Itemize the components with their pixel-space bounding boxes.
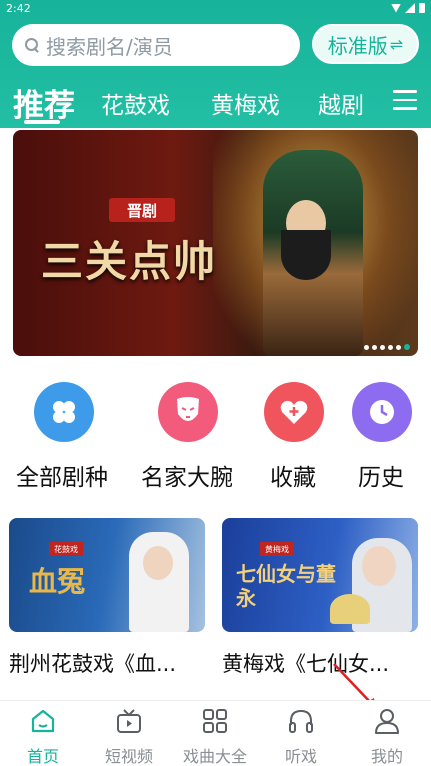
user-icon (375, 709, 399, 734)
tab-recommend[interactable]: 推荐 (13, 80, 75, 125)
quick-label: 名家大腕 (141, 465, 233, 491)
thumbnail-title: 七仙女与董永 (236, 562, 336, 610)
nav-home[interactable]: 首页 (0, 701, 86, 766)
nav-opera-collection[interactable]: 戏曲大全 (172, 701, 258, 766)
nav-label: 戏曲大全 (182, 747, 247, 766)
grid-icon (203, 709, 227, 733)
video-card[interactable]: 花鼓戏 血冤 荆州花鼓戏《血... (9, 518, 205, 676)
video-title: 荆州花鼓戏《血... (9, 652, 177, 676)
carousel-dot (380, 344, 385, 350)
banner-title: 三关点帅 (41, 237, 218, 286)
heart-icon (264, 382, 324, 442)
edition-label: 标准版 (327, 33, 388, 58)
nav-mine[interactable]: 我的 (344, 701, 430, 766)
signal-icon (405, 3, 415, 13)
status-bar: 2:42 (0, 0, 431, 18)
headphones-icon (289, 709, 313, 733)
carousel-dot (388, 344, 393, 350)
home-icon (31, 709, 55, 733)
quick-actions: 全部剧种 名家大腕 收藏 历史 (0, 382, 431, 492)
banner-genre-tag: 晋剧 (109, 198, 175, 222)
top-header: 2:42 搜索剧名/演员 标准版 ⇌ 推荐 花鼓戏 黄梅戏 越剧 (0, 0, 431, 128)
carousel-indicator (364, 344, 410, 350)
search-icon (24, 37, 40, 53)
tab-huaguxi[interactable]: 花鼓戏 (101, 86, 170, 120)
search-placeholder: 搜索剧名/演员 (46, 34, 173, 59)
tab-yueju[interactable]: 越剧 (318, 86, 364, 120)
edition-toggle-button[interactable]: 标准版 ⇌ (312, 24, 419, 64)
category-tabs: 推荐 花鼓戏 黄梅戏 越剧 (0, 78, 431, 124)
video-thumbnail: 花鼓戏 血冤 (9, 518, 205, 632)
bottom-nav: 首页 短视频 戏曲大全 听戏 我的 (0, 700, 431, 766)
hero-banner[interactable]: 晋剧 三关点帅 (13, 130, 418, 356)
active-tab-indicator (24, 120, 60, 124)
battery-icon (419, 3, 425, 13)
menu-icon[interactable] (393, 90, 417, 110)
mask-icon (158, 382, 218, 442)
video-card[interactable]: 黄梅戏 七仙女与董永 黄梅戏《七仙女... (222, 518, 418, 676)
nav-short-video[interactable]: 短视频 (86, 701, 172, 766)
quick-label: 收藏 (270, 465, 316, 491)
video-thumbnail: 黄梅戏 七仙女与董永 (222, 518, 418, 632)
nav-label: 听戏 (284, 747, 317, 766)
carousel-dot (396, 344, 401, 350)
tab-huangmeixi[interactable]: 黄梅戏 (211, 86, 280, 120)
carousel-dot (372, 344, 377, 350)
carousel-dot-active (404, 344, 410, 350)
status-time: 2:42 (6, 2, 31, 15)
nav-label: 首页 (26, 747, 59, 766)
carousel-dot (364, 344, 369, 350)
quick-label: 全部剧种 (16, 465, 108, 491)
clock-icon (352, 382, 412, 442)
thumbnail-title: 血冤 (29, 565, 86, 598)
nav-listen[interactable]: 听戏 (258, 701, 344, 766)
quick-label: 历史 (358, 465, 404, 491)
grid-flower-icon (34, 382, 94, 442)
search-bar[interactable]: 搜索剧名/演员 (12, 24, 300, 66)
nav-label: 我的 (370, 747, 403, 766)
tv-icon (117, 709, 141, 733)
thumbnail-genre-tag: 花鼓戏 (49, 542, 83, 556)
swap-icon: ⇌ (389, 34, 404, 54)
thumbnail-genre-tag: 黄梅戏 (260, 542, 294, 556)
wifi-icon (391, 3, 401, 13)
status-icons (391, 3, 425, 13)
nav-label: 短视频 (104, 747, 153, 766)
